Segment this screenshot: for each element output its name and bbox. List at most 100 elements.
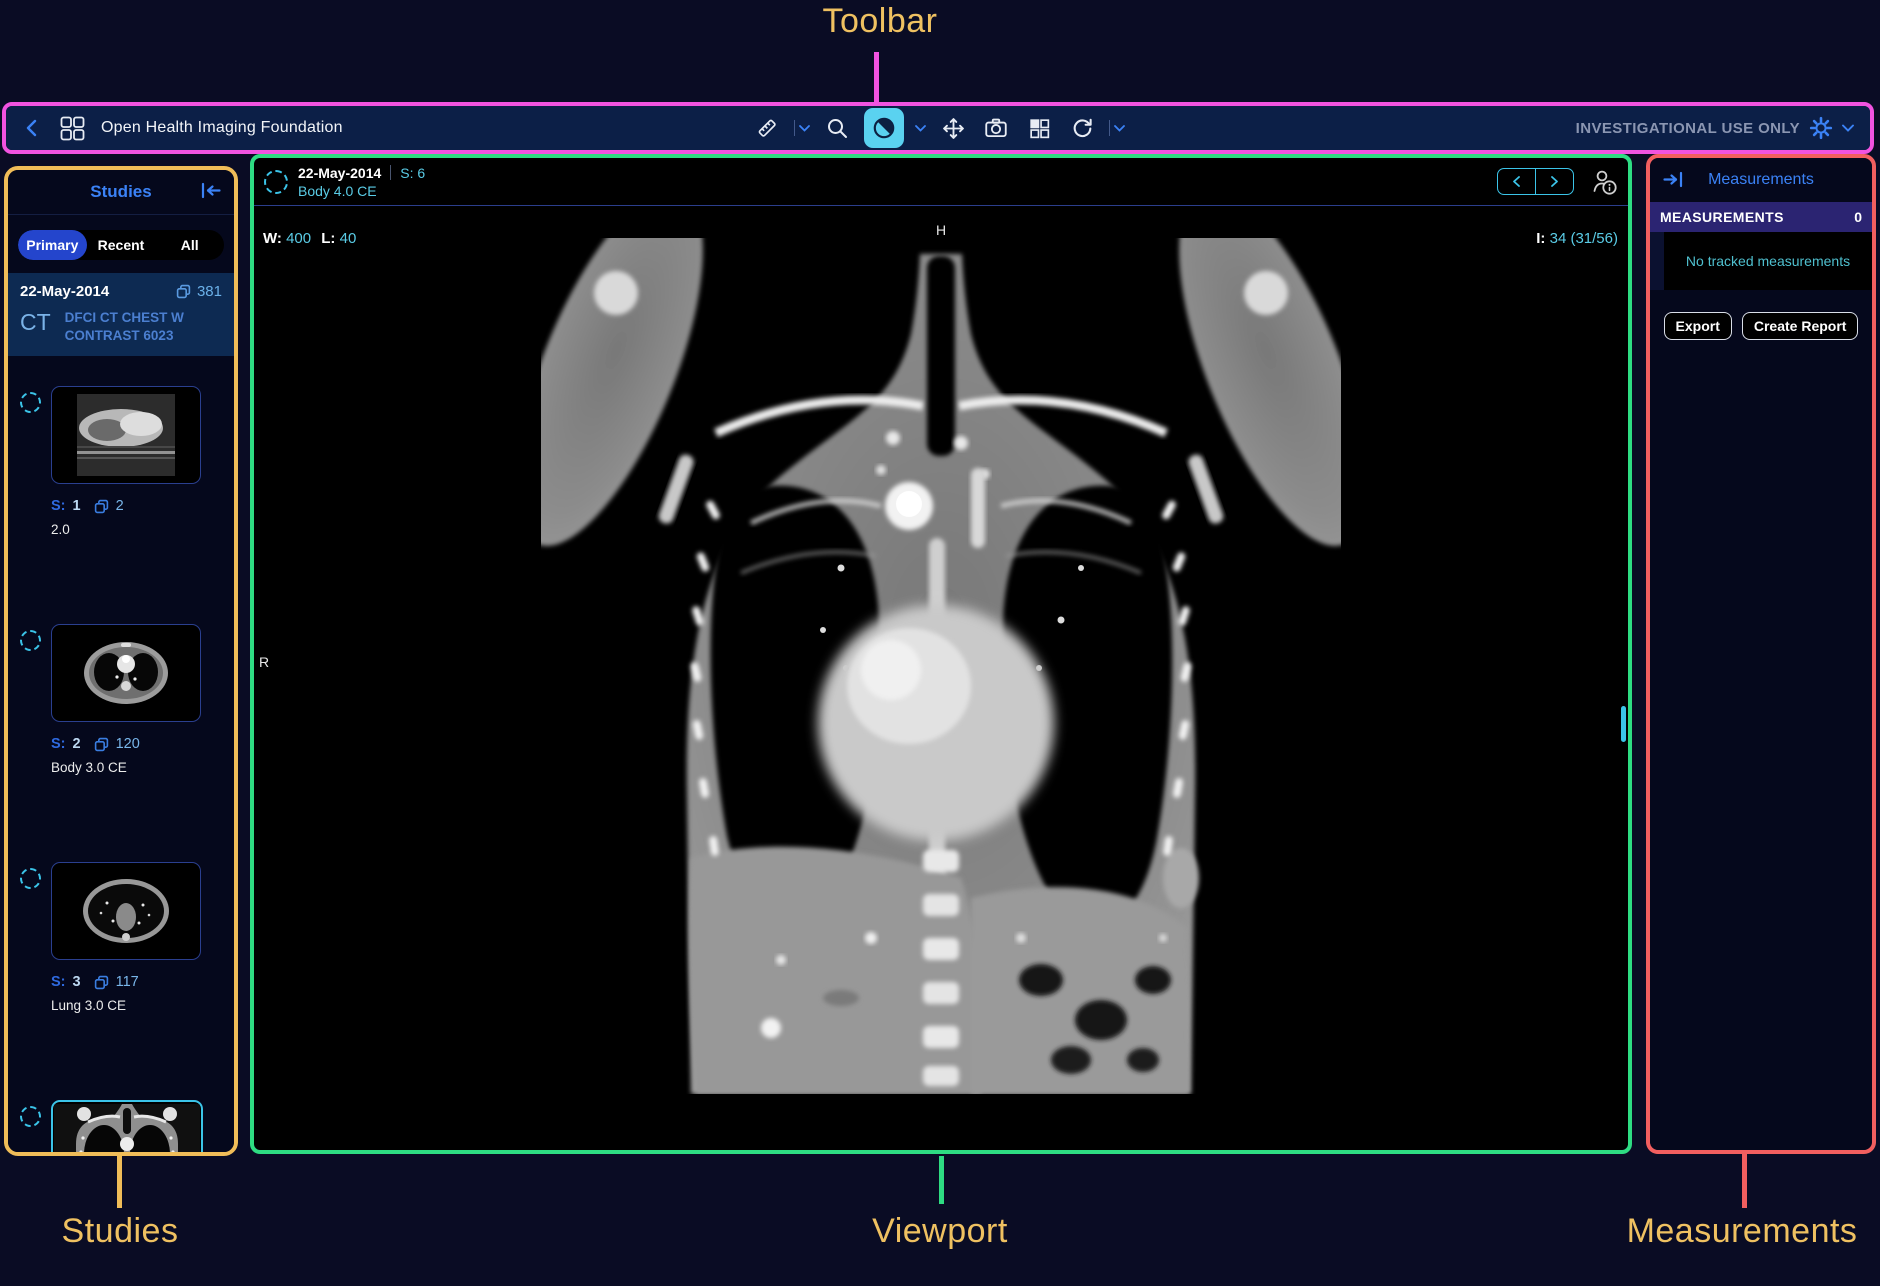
image-index-overlay: I: 34 (31/56)	[1536, 230, 1618, 247]
window-level-tool-active[interactable]	[864, 108, 904, 148]
next-series-button[interactable]	[1536, 169, 1573, 194]
no-measurements-text: No tracked measurements	[1686, 253, 1850, 269]
divider	[794, 120, 795, 136]
window-value: 400	[286, 230, 311, 247]
level-label: L:	[321, 230, 335, 247]
orientation-marker-head: H	[936, 222, 946, 238]
divider	[390, 165, 391, 180]
toolbar: Open Health Imaging Foundation	[6, 106, 1870, 150]
dashed-circle-icon	[20, 392, 41, 413]
measurements-empty-state: No tracked measurements	[1664, 232, 1872, 290]
annotation-connector-viewport	[939, 1156, 944, 1204]
ct-coronal-image[interactable]	[541, 238, 1341, 1099]
layout-grid-icon[interactable]	[1023, 111, 1055, 145]
settings-gear-icon[interactable]	[1809, 116, 1833, 140]
series-copy-icon	[94, 737, 109, 752]
settings-dropdown-chevron[interactable]	[1842, 124, 1854, 132]
measurements-panel-title: Measurements	[1708, 171, 1814, 189]
series-label: S:	[51, 736, 66, 752]
patient-info-icon[interactable]	[1590, 168, 1618, 196]
viewport-series-description: Body 4.0 CE	[298, 183, 425, 199]
thumbnail-image-lung-axial[interactable]	[51, 862, 201, 960]
more-tools-dropdown[interactable]	[1109, 120, 1125, 136]
toolbar-annotation-box: Open Health Imaging Foundation	[2, 102, 1874, 154]
study-description: DFCI CT CHEST W CONTRAST 6023	[65, 309, 215, 344]
annotation-connector-studies	[117, 1154, 122, 1208]
zoom-tool-icon[interactable]	[821, 111, 853, 145]
viewport: 22-May-2014 S: 6 Body 4.0 CE	[254, 158, 1628, 1150]
annotation-connector-measurements	[1742, 1154, 1747, 1208]
series-thumbnail-list: S: 1 2 2.0	[8, 356, 234, 1152]
series-instance-count: 2	[116, 498, 124, 514]
series-instance-count: 117	[116, 974, 139, 990]
collapse-panel-icon[interactable]	[200, 182, 222, 199]
dashed-circle-icon	[20, 868, 41, 889]
index-label: I:	[1536, 230, 1545, 247]
study-instance-count: 381	[197, 283, 222, 300]
pan-tool-icon[interactable]	[937, 111, 969, 145]
series-number: 3	[73, 974, 81, 990]
divider	[1109, 120, 1110, 136]
series-thumbnail-2[interactable]: S: 2 120 Body 3.0 CE	[8, 594, 234, 832]
measure-tools-dropdown[interactable]	[794, 120, 810, 136]
tab-primary[interactable]: Primary	[18, 230, 87, 260]
viewport-series-number: S: 6	[400, 165, 425, 181]
series-navigation	[1497, 168, 1574, 195]
series-thumbnail-4[interactable]	[8, 1070, 234, 1152]
dashed-circle-icon[interactable]	[264, 170, 288, 194]
series-instance-count: 120	[116, 736, 140, 752]
measurements-panel: Measurements MEASUREMENTS 0 No tracked m…	[1650, 158, 1872, 1150]
series-description: Body 3.0 CE	[51, 760, 201, 775]
index-value: 34 (31/56)	[1550, 230, 1618, 247]
series-label: S:	[51, 498, 66, 514]
viewport-scrollbar[interactable]	[1621, 706, 1626, 742]
tab-all[interactable]: All	[155, 230, 224, 260]
annotation-connector-toolbar	[874, 52, 879, 104]
investigational-use-label: INVESTIGATIONAL USE ONLY	[1576, 120, 1800, 137]
toolbar-tools	[751, 108, 1125, 148]
window-label: W:	[263, 230, 282, 247]
study-item[interactable]: 22-May-2014 381 CT DFCI CT CHEST W CONTR…	[8, 273, 234, 356]
dashed-circle-icon	[20, 1106, 41, 1127]
previous-series-button[interactable]	[1498, 169, 1535, 194]
viewport-header: 22-May-2014 S: 6 Body 4.0 CE	[254, 158, 1628, 206]
ohif-logo-icon[interactable]	[59, 115, 86, 142]
rotate-reorient-icon[interactable]	[1066, 111, 1098, 145]
create-report-button[interactable]: Create Report	[1742, 312, 1859, 340]
study-date: 22-May-2014	[20, 283, 109, 300]
window-level-dropdown[interactable]	[915, 125, 926, 132]
measurements-annotation-box: Measurements MEASUREMENTS 0 No tracked m…	[1646, 154, 1876, 1154]
studies-panel: Studies Primary Recent All 22-May-2014	[8, 170, 234, 1152]
series-label: S:	[51, 974, 66, 990]
measurements-section-header: MEASUREMENTS 0	[1650, 202, 1872, 232]
tab-recent[interactable]: Recent	[87, 230, 156, 260]
orientation-marker-right: R	[259, 654, 269, 670]
instances-copy-icon	[176, 284, 191, 299]
series-thumbnail-3[interactable]: S: 3 117 Lung 3.0 CE	[8, 832, 234, 1070]
study-modality: CT	[20, 311, 51, 334]
series-description: 2.0	[51, 522, 201, 537]
series-copy-icon	[94, 975, 109, 990]
viewport-canvas[interactable]: W: 400 L: 40 I: 34 (31/56) H R	[254, 206, 1628, 1150]
studies-annotation-box: Studies Primary Recent All 22-May-2014	[4, 166, 238, 1156]
series-thumbnail-1[interactable]: S: 1 2 2.0	[8, 356, 234, 594]
thumbnail-image-coronal-active[interactable]	[51, 1100, 203, 1152]
thumbnail-image-body-axial[interactable]	[51, 624, 201, 722]
expand-panel-icon[interactable]	[1662, 171, 1684, 188]
back-button[interactable]	[22, 117, 44, 139]
app-title: Open Health Imaging Foundation	[101, 119, 343, 137]
measure-ruler-icon[interactable]	[751, 111, 783, 145]
annotation-label-viewport: Viewport	[815, 1212, 1065, 1251]
window-level-overlay: W: 400 L: 40	[263, 230, 356, 247]
series-number: 1	[73, 498, 81, 514]
export-button[interactable]: Export	[1664, 312, 1732, 340]
level-value: 40	[340, 230, 357, 247]
capture-camera-icon[interactable]	[980, 111, 1012, 145]
studies-panel-title: Studies	[90, 182, 151, 202]
thumbnail-image-scout[interactable]	[51, 386, 201, 484]
measurements-section-label: MEASUREMENTS	[1660, 209, 1784, 225]
annotation-label-measurements: Measurements	[1592, 1212, 1880, 1251]
series-number: 2	[73, 736, 81, 752]
viewport-annotation-box: 22-May-2014 S: 6 Body 4.0 CE	[250, 154, 1632, 1154]
measurements-count: 0	[1854, 209, 1862, 225]
